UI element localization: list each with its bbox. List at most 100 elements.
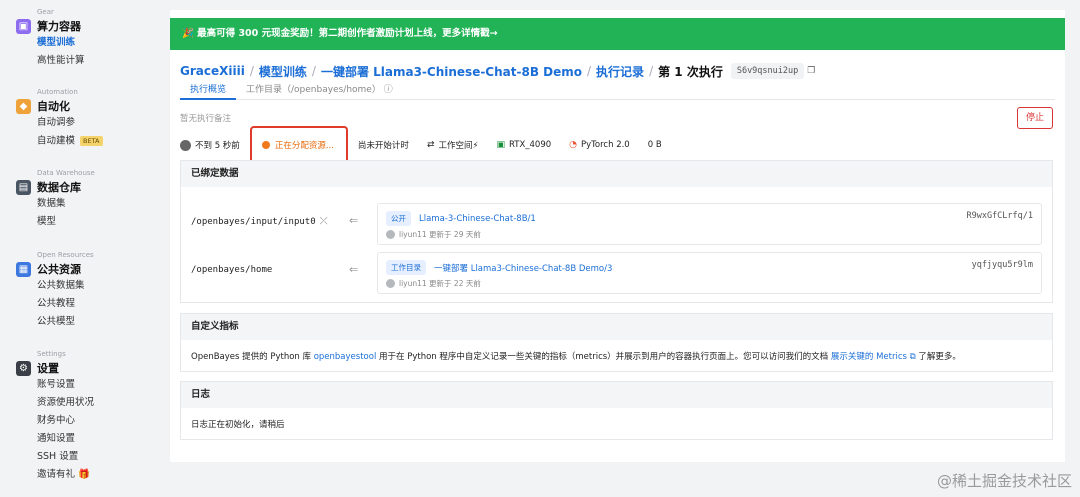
breadcrumb-user[interactable]: GraceXiiii (180, 64, 245, 78)
logs-text: 日志正在初始化，请稍后 (191, 420, 285, 430)
sidebar-item-account[interactable]: 账号设置 (37, 376, 94, 394)
sidebar-section-open-resources: Open Resources ▦ 公共资源 公共数据集 公共教程 公共模型 (16, 251, 94, 331)
section-en-label: Open Resources (37, 251, 94, 259)
section-en-label: Data Warehouse (37, 169, 95, 177)
card-updated: 更新于 22 天前 (429, 279, 481, 288)
workdir-link[interactable]: 一键部署 Llama3-Chinese-Chat-8B Demo/3 (434, 262, 612, 274)
card-header: 公开 Llama-3-Chinese-Chat-8B/1 (386, 211, 536, 226)
sidebar-item-automodel[interactable]: 自动建模 BETA (37, 132, 103, 150)
panel-title: 已绑定数据 (181, 161, 1052, 187)
gpu-icon: ▣ (496, 140, 505, 150)
arrow-left-icon: ⇐ (349, 214, 359, 227)
sidebar-item-notifications[interactable]: 通知设置 (37, 430, 94, 448)
pytorch-icon: ◔ (569, 140, 578, 150)
avatar (386, 279, 395, 288)
stat-framework: ◔ PyTorch 2.0 (569, 140, 630, 150)
stat-time-text: 不到 5 秒前 (195, 141, 240, 151)
stop-button[interactable]: 停止 (1017, 107, 1053, 129)
sidebar: Gear ▣ 算力容器 模型训练 高性能计算 Automation ◆ 自动化 … (0, 0, 170, 497)
panel-title: 日志 (181, 382, 1052, 408)
unlink-icon[interactable]: ⤫ (320, 216, 328, 227)
grid-icon: ▦ (16, 261, 31, 277)
card-user: liyun11 (399, 279, 427, 288)
sidebar-section-warehouse: Data Warehouse ▤ 数据仓库 数据集 模型 (16, 169, 95, 231)
breadcrumb-separator: / (649, 64, 654, 78)
copy-icon[interactable]: ❐ (807, 66, 815, 76)
sidebar-item-label: 邀请有礼 (37, 469, 76, 480)
sidebar-item-datasets[interactable]: 数据集 (37, 195, 95, 213)
stat-workspace-text: 工作空间⚡ (438, 141, 479, 151)
workdir-hash: yqfjyqu5r9lm (971, 260, 1033, 270)
info-icon: ⓘ (383, 85, 393, 95)
metrics-text-before: OpenBayes 提供的 Python 库 (191, 352, 314, 362)
watermark: @稀土掘金技术社区 (936, 472, 1072, 490)
sidebar-item-hpc[interactable]: 高性能计算 (37, 52, 85, 70)
tab-workdir[interactable]: 工作目录（/openbayes/home） ⓘ (236, 78, 403, 100)
tab-overview[interactable]: 执行概览 (180, 78, 237, 100)
breadcrumb-separator: / (587, 64, 592, 78)
sidebar-item-models[interactable]: 模型 (37, 213, 95, 231)
sidebar-item-invite[interactable]: 邀请有礼 🎁 (37, 466, 94, 484)
dataset-hash: R9wxGfCLrfq/1 (966, 211, 1033, 221)
dataset-card[interactable]: 公开 Llama-3-Chinese-Chat-8B/1 R9wxGfCLrfq… (377, 203, 1042, 245)
mount-path: /openbayes/input/input0 (191, 216, 316, 227)
breadcrumb-separator: / (249, 64, 254, 78)
card-meta: liyun11 更新于 29 天前 (386, 229, 481, 240)
tab-bar: 执行概览 工作目录（/openbayes/home） ⓘ (180, 78, 1055, 100)
metrics-text-middle: 用于在 Python 程序中自定义记录一些关键的指标（metrics）并展示到用… (376, 352, 831, 362)
card-header: 工作目录 一键部署 Llama3-Chinese-Chat-8B Demo/3 (386, 260, 612, 275)
section-head[interactable]: ▤ 数据仓库 (16, 179, 95, 195)
section-en-label: Settings (37, 350, 66, 358)
section-head[interactable]: ◆ 自动化 (16, 98, 103, 114)
section-en-label: Automation (37, 88, 78, 96)
automation-icon: ◆ (16, 98, 31, 114)
openbayestool-link[interactable]: openbayestool (314, 352, 377, 362)
gift-icon: 🎁 (78, 469, 90, 480)
section-head[interactable]: ⚙ 设置 (16, 360, 94, 376)
workdir-badge: 工作目录 (386, 260, 426, 275)
stat-time: 不到 5 秒前 (180, 139, 240, 151)
cube-icon: ▣ (16, 18, 31, 34)
mount-path-row: /openbayes/input/input0 ⤫ (191, 216, 328, 227)
user-avatar-icon (180, 139, 191, 151)
breadcrumb-project[interactable]: 一键部署 Llama3-Chinese-Chat-8B Demo (321, 63, 582, 80)
execution-note[interactable]: 暂无执行备注 (180, 112, 231, 124)
section-title: 设置 (37, 362, 59, 375)
metrics-text-after: 了解更多。 (915, 352, 961, 362)
stat-gpu: ▣ RTX_4090 (496, 140, 551, 150)
shuffle-icon: ⇄ (426, 140, 435, 150)
tab-label: 工作目录（/openbayes/home） (246, 85, 381, 95)
section-title: 算力容器 (37, 20, 81, 33)
stat-storage: 0 B (647, 140, 662, 150)
sidebar-item-model-training[interactable]: 模型训练 (37, 34, 85, 52)
workdir-card[interactable]: 工作目录 一键部署 Llama3-Chinese-Chat-8B Demo/3 … (377, 252, 1042, 294)
card-updated: 更新于 29 天前 (429, 230, 481, 239)
breadcrumb-section[interactable]: 模型训练 (259, 63, 307, 80)
stat-workspace: ⇄ 工作空间⚡ (427, 139, 479, 151)
section-title: 自动化 (37, 100, 70, 113)
panel-title: 自定义指标 (181, 314, 1052, 340)
main-content: 🎉 最高可得 300 元现金奖励！第二期创作者激励计划上线，更多详情戳→ Gra… (170, 10, 1065, 462)
sidebar-item-public-datasets[interactable]: 公共数据集 (37, 277, 94, 295)
promo-banner[interactable]: 🎉 最高可得 300 元现金奖励！第二期创作者激励计划上线，更多详情戳→ (170, 18, 1065, 50)
metrics-description: OpenBayes 提供的 Python 库 openbayestool 用于在… (181, 340, 1052, 372)
arrow-left-icon: ⇐ (349, 263, 359, 276)
breadcrumb-current: 第 1 次执行 (658, 64, 723, 79)
sidebar-section-settings: Settings ⚙ 设置 账号设置 资源使用状况 财务中心 通知设置 SSH … (16, 350, 94, 484)
visibility-badge: 公开 (386, 211, 411, 226)
breadcrumb-records[interactable]: 执行记录 (596, 63, 644, 80)
dataset-link[interactable]: Llama-3-Chinese-Chat-8B/1 (419, 214, 536, 224)
sidebar-item-ssh[interactable]: SSH 设置 (37, 448, 94, 466)
section-head[interactable]: ▦ 公共资源 (16, 261, 94, 277)
stat-framework-text: PyTorch 2.0 (581, 140, 630, 150)
sidebar-item-usage[interactable]: 资源使用状况 (37, 394, 94, 412)
sidebar-item-autotune[interactable]: 自动调参 (37, 114, 103, 132)
sidebar-item-public-tutorials[interactable]: 公共教程 (37, 295, 94, 313)
sidebar-section-automation: Automation ◆ 自动化 自动调参 自动建模 BETA (16, 88, 103, 150)
metrics-docs-link[interactable]: 展示关键的 Metrics (831, 352, 907, 362)
sidebar-item-public-models[interactable]: 公共模型 (37, 313, 94, 331)
sidebar-item-finance[interactable]: 财务中心 (37, 412, 94, 430)
breadcrumb-separator: / (311, 64, 316, 78)
gear-icon: ⚙ (16, 360, 31, 376)
section-head[interactable]: ▣ 算力容器 (16, 18, 85, 34)
